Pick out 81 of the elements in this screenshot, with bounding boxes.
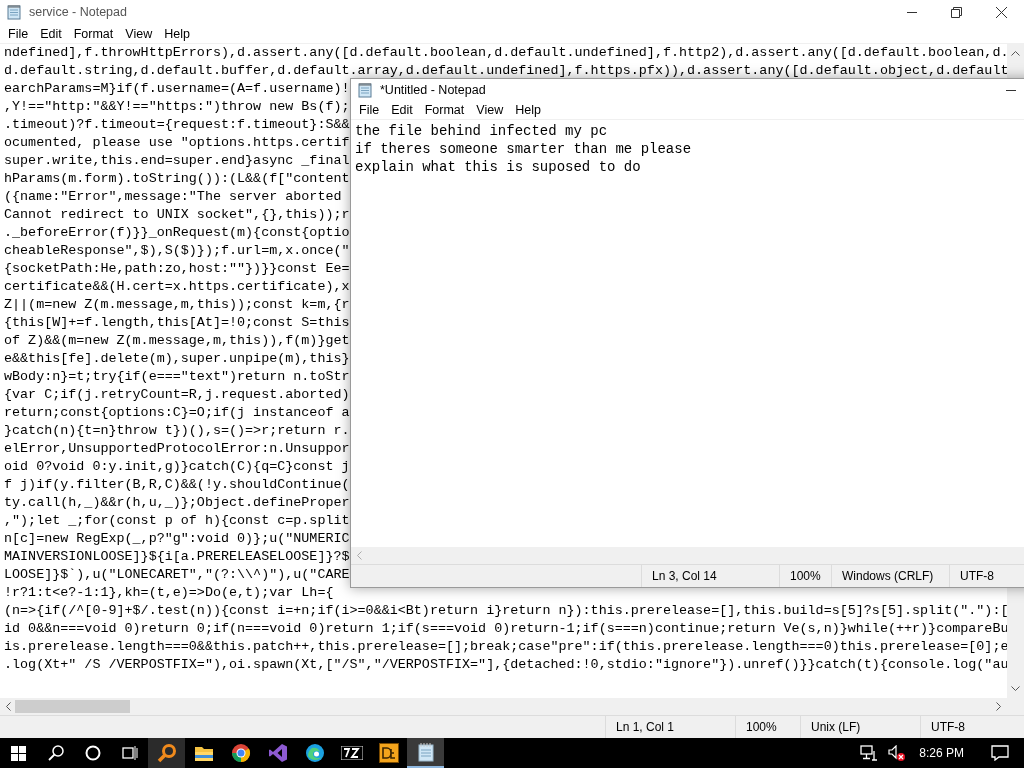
code-line: {this[W]+=f.length,this[At]=!0;const S=this — [4, 314, 350, 332]
menu-item[interactable]: Format — [67, 26, 120, 41]
close-icon — [996, 6, 1007, 18]
menu-item[interactable]: Edit — [34, 26, 68, 41]
archive-icon — [340, 746, 363, 760]
code-line: n[c]=new RegExp(_,p?"g":void 0)};u("NUMERIC — [4, 530, 350, 548]
code-line: elError,UnsupportedProtocolError:n.Unsuppor — [4, 440, 350, 458]
status-text: Windows (CRLF) — [831, 565, 949, 587]
code-line: MAINVERSIONLOOSE]}${i[a.PRERELEASELOOSE]}?$ — [4, 548, 350, 566]
code-line: d.default.string,d.default.buffer,d.default.array,d.default.undefined],f.https.pfx)),d.assert.any([d.default.object,d.default — [4, 62, 1007, 80]
notepad-icon — [416, 742, 435, 762]
menu-item[interactable]: Help — [158, 26, 196, 41]
clock[interactable]: 8:26 PM — [911, 738, 976, 768]
restore-icon — [951, 6, 962, 18]
code-line: wBody:n}=t;try{if(e==="text")return n.toStr — [4, 368, 350, 386]
code-line: .log(Xt+" /S /VERPOSTFIX="),oi.spawn(Xt,["/S","/VERPOSTFIX="],{detached:!0,stdio:"ignore"}).unref()}}catch(t){console.log("au — [4, 656, 1007, 674]
speech-bubble-icon — [991, 745, 1009, 761]
text-line: the file behind infected my pc — [355, 122, 608, 140]
browser-icon — [230, 743, 251, 763]
code-line: super.write,this.end=super.end}async _final — [4, 152, 350, 170]
windows-icon — [11, 745, 26, 761]
code-line: is.prerelease.length===0&&this.patch++,this.prerelease=[];break;case"pre":if(this.prerelease.length===0)this.prerelease=[0];e — [4, 638, 1007, 656]
scroll-left-icon[interactable] — [5, 702, 11, 711]
code-line: Z||(m=new Z(m.message,m,this));const k=m,{r — [4, 296, 350, 314]
code-line: (n=>{if(/^[0-9]+$/.test(n)){const i=+n;if(i>=0&&i<Bt)return i}return n}):this.prerelease=[],this.build=s[5]?s[5].split("."):[ — [4, 602, 1007, 620]
code-line: e&&this[fe].delete(m),super.unpipe(m),this} — [4, 350, 350, 368]
menu-item[interactable]: Edit — [385, 102, 419, 117]
status-text: 100% — [779, 565, 831, 587]
code-line: LOOSE]}$`),u("LONECARET","(?:\\^)"),u("CARE — [4, 566, 350, 584]
code-line: }catch(n){t=n}throw t})(),s=()=>r;return r. — [4, 422, 350, 440]
code-line: !r?1:t<e?-1:1},kh=(t,e)=>Do(e,t);var Lh={ — [4, 584, 334, 602]
code-line: ndefined],f.throwHttpErrors),d.assert.any([d.default.boolean,d.default.undefined],f.http2),d.assert.any([d.default.boolean,d. — [4, 44, 1007, 62]
menu-item[interactable]: View — [119, 26, 159, 41]
notepad-icon — [357, 81, 373, 98]
code-line: certificate&&(H.cert=x.https.certificate),x — [4, 278, 350, 296]
menu-item[interactable]: File — [353, 102, 386, 117]
text-line: explain what this is suposed to do — [355, 158, 641, 176]
code-line: ,");let _;for(const p of h){const c=p.split — [4, 512, 350, 530]
code-line: return;const{options:C}=O;if(j instanceof a — [4, 404, 350, 422]
code-line: ,Y!=="http:"&&Y!=="https:")throw new Bs(f); — [4, 98, 350, 116]
scroll-up-icon[interactable] — [1011, 50, 1020, 56]
code-line: id 0&&n===void 0)return 0;if(n===void 0)return 1;if(s===void 0)return-1;if(s===n)continue;return Ve(s,n)}while(++r)}compareBu — [4, 620, 1007, 638]
code-line: ({name:"Error",message:"The server aborted — [4, 188, 342, 206]
scroll-right-icon[interactable] — [996, 702, 1002, 711]
scroll-down-icon[interactable] — [1011, 686, 1020, 692]
code-line: ty.call(h,_)&&r(h,u,_)};Object.defineProper — [4, 494, 350, 512]
code-line: .timeout)?f.timeout={request:f.timeout}:S&& — [4, 116, 350, 134]
code-line: earchParams=M}if(f.username=(A=f.username)! — [4, 80, 350, 98]
menu-item[interactable]: Help — [509, 102, 547, 117]
code-line: cheableResponse",$),S($)});f.url=m,x.once(" — [4, 242, 350, 260]
circle-icon — [84, 745, 101, 761]
code-line: ocumented, please use "options.https.certif — [4, 134, 350, 152]
task-view-icon — [121, 745, 138, 761]
code-line: Cannot redirect to UNIX socket",{},this));r — [4, 206, 350, 224]
folder-icon — [193, 744, 214, 762]
search-icon — [47, 745, 64, 761]
code-line: {socketPath:He,path:zo,host:""})}}const Ee= — [4, 260, 350, 278]
decompiler-icon — [378, 743, 399, 763]
taskbar-app-button[interactable] — [407, 738, 444, 768]
network-icon — [860, 745, 879, 761]
code-line: f j)if(y.filter(B,R,C)&&(!y.shouldContinue( — [4, 476, 350, 494]
menu-item[interactable]: View — [470, 102, 510, 117]
infinity-icon — [267, 743, 288, 763]
menu-item[interactable]: File — [2, 26, 35, 41]
text-line: if theres someone smarter than me please — [355, 140, 692, 158]
code-line: of Z)&&(m=new Z(m.message,m,this)),f(m)}get — [4, 332, 350, 350]
magnifier-icon — [156, 743, 177, 763]
code-line: ._beforeError(f)}}_onRequest(m){const{optio — [4, 224, 350, 242]
code-line: oid 0?void 0:y.init,g)}catch(C){q=C}const j — [4, 458, 350, 476]
status-text: Ln 3, Col 14 — [641, 565, 779, 587]
edge-icon — [304, 743, 325, 763]
notepad-icon — [6, 4, 22, 20]
window-title: *Untitled - Notepad — [380, 82, 487, 97]
code-line: hParams(m.form).toString()):(L&&(f["content — [4, 170, 350, 188]
scrollbar-thumb[interactable] — [15, 700, 130, 713]
menu-item[interactable]: Format — [418, 102, 471, 117]
muted-speaker-icon — [888, 745, 907, 761]
taskbar-app-button[interactable] — [148, 738, 185, 768]
window-title: service - Notepad — [29, 5, 128, 19]
code-line: {var C;if(j.retryCount=R,j.request.aborted) — [4, 386, 350, 404]
status-text: UTF-8 — [949, 565, 1024, 587]
